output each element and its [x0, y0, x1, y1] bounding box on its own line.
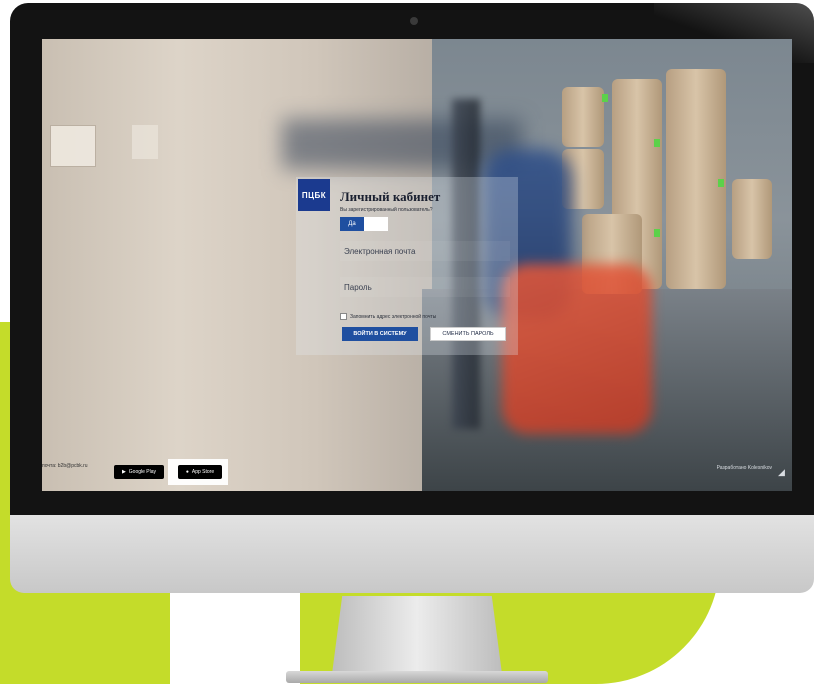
google-play-icon: ▶	[121, 469, 126, 475]
checkbox-icon[interactable]	[340, 313, 347, 320]
email-field[interactable]: Электронная почта	[340, 241, 510, 261]
app-store-label: App Store	[191, 469, 215, 475]
registered-toggle[interactable]: Да	[340, 217, 388, 231]
password-field[interactable]: Пароль	[340, 277, 510, 297]
apple-icon: ●	[185, 469, 189, 475]
remember-email[interactable]: Запомнить адрес электронной почты	[340, 313, 436, 320]
toggle-yes[interactable]: Да	[340, 217, 364, 231]
wall-notice	[50, 125, 96, 167]
paper-roll	[562, 87, 604, 147]
google-play-label: Google Play	[128, 469, 157, 475]
login-panel: ПЦБК Личный кабинет Вы зарегистрированны…	[296, 177, 518, 355]
monitor-stand-base	[286, 671, 548, 683]
imac-monitor: ПЦБК Личный кабинет Вы зарегистрированны…	[10, 3, 814, 683]
paper-roll	[666, 69, 726, 289]
roll-tag	[654, 139, 660, 147]
monitor-stand	[332, 596, 502, 674]
brand-logo: ПЦБК	[298, 179, 330, 211]
screen: ПЦБК Личный кабинет Вы зарегистрированны…	[42, 39, 792, 491]
change-password-button[interactable]: СМЕНИТЬ ПАРОЛЬ	[430, 327, 506, 341]
registered-question: Вы зарегистрированный пользователь?	[340, 207, 433, 213]
footer-contact: почта: b2b@pcbk.ru	[42, 463, 88, 469]
monitor-chin	[10, 515, 814, 593]
roll-tag	[602, 94, 608, 102]
forklift	[502, 264, 652, 434]
wall-notice	[132, 125, 158, 159]
login-button[interactable]: ВОЙТИ В СИСТЕМУ	[342, 327, 418, 341]
roll-tag	[718, 179, 724, 187]
corner-icon[interactable]: ◢	[778, 467, 788, 477]
remember-label: Запомнить адрес электронной почты	[350, 313, 437, 320]
app-store-button[interactable]: ● App Store	[178, 465, 222, 479]
camera-icon	[410, 17, 418, 25]
paper-roll	[732, 179, 772, 259]
footer-credits: Разработано Kolesnikov	[716, 465, 772, 471]
google-play-button[interactable]: ▶ Google Play	[114, 465, 164, 479]
roll-tag	[654, 229, 660, 237]
page-title: Личный кабинет	[340, 189, 441, 204]
